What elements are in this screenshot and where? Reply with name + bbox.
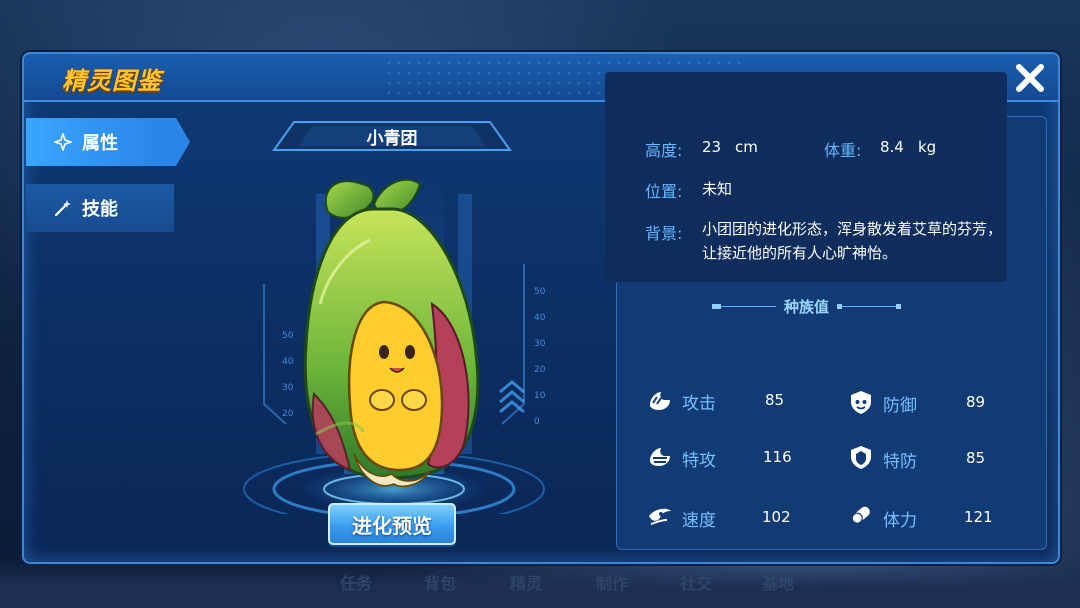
scale-right-0: 50 [534,287,546,297]
stat-value-special-defense: 85 [966,449,986,467]
background-value: 小团团的进化形态，浑身散发着艾草的芬芳，让接近他的所有人心旷神怡。 [702,220,1003,262]
defense-icon [851,391,871,414]
stat-label-hp: 体力 [883,511,917,531]
pokemon-name: 小青团 [366,129,418,149]
stat-value-hp: 121 [964,508,993,526]
location-value: 未知 [702,180,733,198]
base-stats-header: 种族值 [592,294,1021,318]
height-label: 高度: [645,141,683,160]
scale-left-1: 40 [282,357,294,367]
bg-nav-social: 社交 [680,574,713,593]
magic-wand-icon [54,200,71,217]
stat-label-special-attack: 特攻 [682,451,716,471]
pokemon-name-banner: 小青团 [272,120,512,152]
background-bottom-nav: 任务 背包 精灵 制作 社交 基地 [0,558,1080,608]
height-value: 23 [702,138,722,156]
tab-attributes[interactable]: 属性 [26,118,190,166]
stat-label-speed: 速度 [682,511,716,531]
weight-label: 体重: [824,141,862,160]
scale-left-0: 50 [282,331,294,341]
special-attack-icon [650,448,670,466]
speed-icon [649,508,671,525]
bg-nav-pet: 精灵 [510,574,543,593]
scale-right-3: 20 [534,365,546,375]
attack-icon [650,392,670,410]
weight-unit: kg [918,138,937,156]
bg-nav-craft: 制作 [596,574,629,593]
pokemon-sprite [303,178,480,488]
sparkle-icon [54,133,72,151]
window-title: 精灵图鉴 [62,67,162,95]
scale-right-2: 30 [534,339,546,349]
base-stats-title: 种族值 [783,297,829,316]
scale-right-1: 40 [534,313,546,323]
scale-right-4: 10 [534,391,546,401]
stat-value-special-attack: 116 [763,448,792,466]
background-label: 背景: [645,224,683,243]
bg-nav-base: 基地 [762,574,795,593]
stat-label-defense: 防御 [883,396,917,416]
tab-attributes-label: 属性 [82,133,118,154]
stat-label-attack: 攻击 [682,394,716,414]
stat-value-speed: 102 [762,508,791,526]
tab-skills[interactable]: 技能 [26,184,174,232]
evolution-preview-button[interactable]: 进化预览 [328,503,456,545]
weight-value: 8.4 [880,138,904,156]
scale-left-3: 20 [282,409,294,419]
height-unit: cm [735,138,758,156]
hp-icon [851,506,870,524]
close-x-icon [1016,64,1044,92]
tab-skills-label: 技能 [82,199,118,220]
special-defense-icon [851,446,871,469]
stat-value-defense: 89 [966,393,986,411]
scale-right-5: 0 [534,417,540,427]
close-button[interactable] [1012,60,1048,96]
bg-nav-bag: 背包 [424,574,457,593]
scale-left-2: 30 [282,383,294,393]
stat-value-attack: 85 [765,391,785,409]
stat-label-special-defense: 特防 [883,452,917,472]
location-label: 位置: [645,182,683,201]
bg-nav-quest: 任务 [340,574,373,593]
pokemon-stage: 50 40 30 20 50 40 30 20 10 0 [224,154,564,526]
